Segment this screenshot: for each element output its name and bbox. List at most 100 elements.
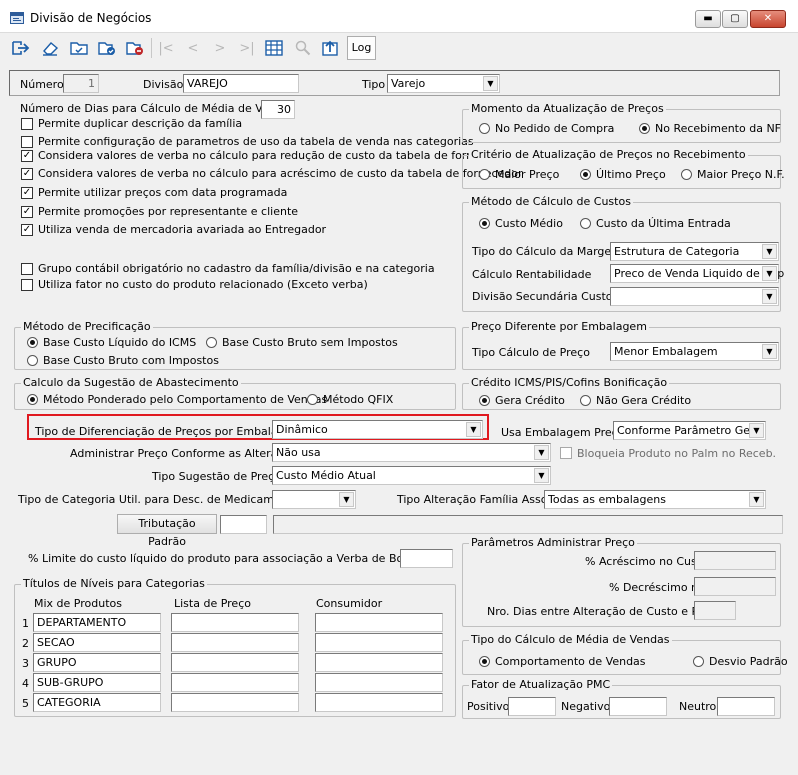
close-button[interactable]: ✕ bbox=[750, 10, 786, 28]
lista-preco-field[interactable] bbox=[171, 673, 299, 692]
checkbox-data-programada[interactable]: ✓ bbox=[21, 187, 33, 199]
previous-record-icon[interactable]: < bbox=[181, 36, 205, 60]
consumidor-field[interactable] bbox=[315, 613, 443, 632]
export-icon[interactable] bbox=[319, 36, 343, 60]
checkbox-promocoes-representante[interactable]: ✓ bbox=[21, 206, 33, 218]
dias-alteracao-label: Nro. Dias entre Alteração de Custo e Pre… bbox=[487, 605, 722, 618]
negativo-field[interactable] bbox=[609, 697, 667, 716]
checkbox-fator-custo[interactable] bbox=[21, 279, 33, 291]
radio-label: No Pedido de Compra bbox=[495, 122, 615, 135]
group-title: Critério de Atualização de Preços no Rec… bbox=[469, 148, 748, 161]
row-number: 5 bbox=[22, 697, 29, 710]
radio-nao-gera-credito[interactable] bbox=[580, 395, 591, 406]
lista-preco-field[interactable] bbox=[171, 613, 299, 632]
checkbox-verba-acrescimo[interactable]: ✓ bbox=[21, 168, 33, 180]
dias-media-field[interactable]: 30 bbox=[261, 100, 295, 119]
radio-recebimento-nf[interactable] bbox=[639, 123, 650, 134]
tributacao-padrao-field[interactable] bbox=[220, 515, 267, 534]
radio-label: Comportamento de Vendas bbox=[495, 655, 646, 668]
checkbox-grupo-contabil[interactable] bbox=[21, 263, 33, 275]
divisao-field[interactable]: VAREJO bbox=[183, 74, 299, 93]
checkbox-label: Utiliza fator no custo do produto relaci… bbox=[38, 278, 368, 291]
mix-field[interactable]: GRUPO bbox=[33, 653, 161, 672]
save-icon[interactable] bbox=[95, 36, 119, 60]
group-title: Crédito ICMS/PIS/Cofins Bonificação bbox=[469, 376, 670, 389]
neutro-field[interactable] bbox=[717, 697, 775, 716]
radio-custo-liquido-icms[interactable] bbox=[27, 337, 38, 348]
decrescimo-field[interactable] bbox=[694, 577, 776, 596]
radio-desvio-padrao[interactable] bbox=[693, 656, 704, 667]
grid-icon[interactable] bbox=[262, 36, 286, 60]
margem-select[interactable]: Estrutura de Categoria ▼ bbox=[610, 242, 779, 261]
radio-label: No Recebimento da NF bbox=[655, 122, 781, 135]
tipo-sugestao-preco-select[interactable]: Custo Médio Atual ▼ bbox=[272, 466, 551, 485]
minimize-button[interactable]: ▬ bbox=[695, 10, 721, 28]
rentabilidade-label: Cálculo Rentabilidade bbox=[472, 268, 592, 281]
tipo-alteracao-familia-select[interactable]: Todas as embalagens ▼ bbox=[544, 490, 766, 509]
dias-alteracao-field[interactable] bbox=[694, 601, 736, 620]
percentual-limite-field[interactable] bbox=[400, 549, 453, 568]
lista-preco-field[interactable] bbox=[171, 653, 299, 672]
radio-custo-ultima-entrada[interactable] bbox=[580, 218, 591, 229]
lista-preco-field[interactable] bbox=[171, 693, 299, 712]
tributacao-padrao-button[interactable]: Tributação Padrão bbox=[117, 514, 217, 548]
checkbox-duplicar-descricao[interactable] bbox=[21, 118, 33, 130]
radio-custo-bruto-com-impostos[interactable] bbox=[27, 355, 38, 366]
radio-custo-bruto-sem-impostos[interactable] bbox=[206, 337, 217, 348]
row-number: 1 bbox=[22, 617, 29, 630]
mix-field[interactable]: SECAO bbox=[33, 633, 161, 652]
radio-label: Não Gera Crédito bbox=[596, 394, 692, 407]
numero-field[interactable]: 1 bbox=[63, 74, 99, 93]
group-title: Preço Diferente por Embalagem bbox=[469, 320, 649, 333]
first-record-icon[interactable]: |< bbox=[154, 36, 178, 60]
delete-icon[interactable] bbox=[123, 36, 147, 60]
radio-gera-credito[interactable] bbox=[479, 395, 490, 406]
divisao-secundaria-select[interactable]: ▼ bbox=[610, 287, 779, 306]
eraser-icon[interactable] bbox=[38, 36, 62, 60]
consumidor-field[interactable] bbox=[315, 693, 443, 712]
positivo-label: Positivo bbox=[467, 700, 510, 713]
acrescimo-field[interactable] bbox=[694, 551, 776, 570]
last-record-icon[interactable]: >| bbox=[235, 36, 259, 60]
diferenciacao-select[interactable]: Dinâmico ▼ bbox=[272, 420, 483, 439]
usa-embalagem-select[interactable]: Conforme Parâmetro Geral ▼ bbox=[613, 421, 766, 440]
radio-label: Maior Preço N.F. bbox=[697, 168, 785, 181]
administrar-preco-select[interactable]: Não usa ▼ bbox=[272, 443, 551, 462]
tipo-select[interactable]: Varejo ▼ bbox=[387, 74, 500, 93]
radio-ultimo-preco[interactable] bbox=[580, 169, 591, 180]
tipo-calculo-preco-select[interactable]: Menor Embalagem ▼ bbox=[610, 342, 779, 361]
search-icon[interactable] bbox=[291, 36, 315, 60]
lista-preco-field[interactable] bbox=[171, 633, 299, 652]
checkbox-parametros-tabela-venda[interactable] bbox=[21, 136, 33, 148]
radio-comportamento-vendas[interactable] bbox=[479, 656, 490, 667]
consumidor-field[interactable] bbox=[315, 673, 443, 692]
checkbox-verba-reducao[interactable]: ✓ bbox=[21, 150, 33, 162]
checkbox-mercadoria-avariada[interactable]: ✓ bbox=[21, 224, 33, 236]
consumidor-field[interactable] bbox=[315, 633, 443, 652]
radio-metodo-ponderado[interactable] bbox=[27, 394, 38, 405]
radio-pedido-compra[interactable] bbox=[479, 123, 490, 134]
next-record-icon[interactable]: > bbox=[208, 36, 232, 60]
radio-maior-preco[interactable] bbox=[479, 169, 490, 180]
radio-maior-preco-nf[interactable] bbox=[681, 169, 692, 180]
tipo-categoria-select[interactable]: ▼ bbox=[272, 490, 356, 509]
radio-custo-medio[interactable] bbox=[479, 218, 490, 229]
maximize-button[interactable]: ▢ bbox=[722, 10, 748, 28]
chevron-down-icon: ▼ bbox=[534, 445, 549, 460]
chevron-down-icon: ▼ bbox=[483, 76, 498, 91]
mix-field[interactable]: CATEGORIA bbox=[33, 693, 161, 712]
exit-icon[interactable] bbox=[9, 36, 33, 60]
diferenciacao-label: Tipo de Diferenciação de Preços por Emba… bbox=[35, 425, 303, 438]
checkbox-label: Utiliza venda de mercadoria avariada ao … bbox=[38, 223, 327, 236]
consumidor-field[interactable] bbox=[315, 653, 443, 672]
row-number: 2 bbox=[22, 637, 29, 650]
checkbox-bloqueia-palm[interactable] bbox=[560, 447, 572, 459]
positivo-field[interactable] bbox=[508, 697, 556, 716]
mix-field[interactable]: DEPARTAMENTO bbox=[33, 613, 161, 632]
radio-metodo-qfix[interactable] bbox=[307, 394, 318, 405]
rentabilidade-select[interactable]: Preco de Venda Liquido de Imp ▼ bbox=[610, 264, 784, 283]
log-button[interactable]: Log bbox=[347, 36, 376, 60]
open-folder-icon[interactable] bbox=[67, 36, 91, 60]
mix-field[interactable]: SUB-GRUPO bbox=[33, 673, 161, 692]
group-title: Método de Precificação bbox=[21, 320, 153, 333]
